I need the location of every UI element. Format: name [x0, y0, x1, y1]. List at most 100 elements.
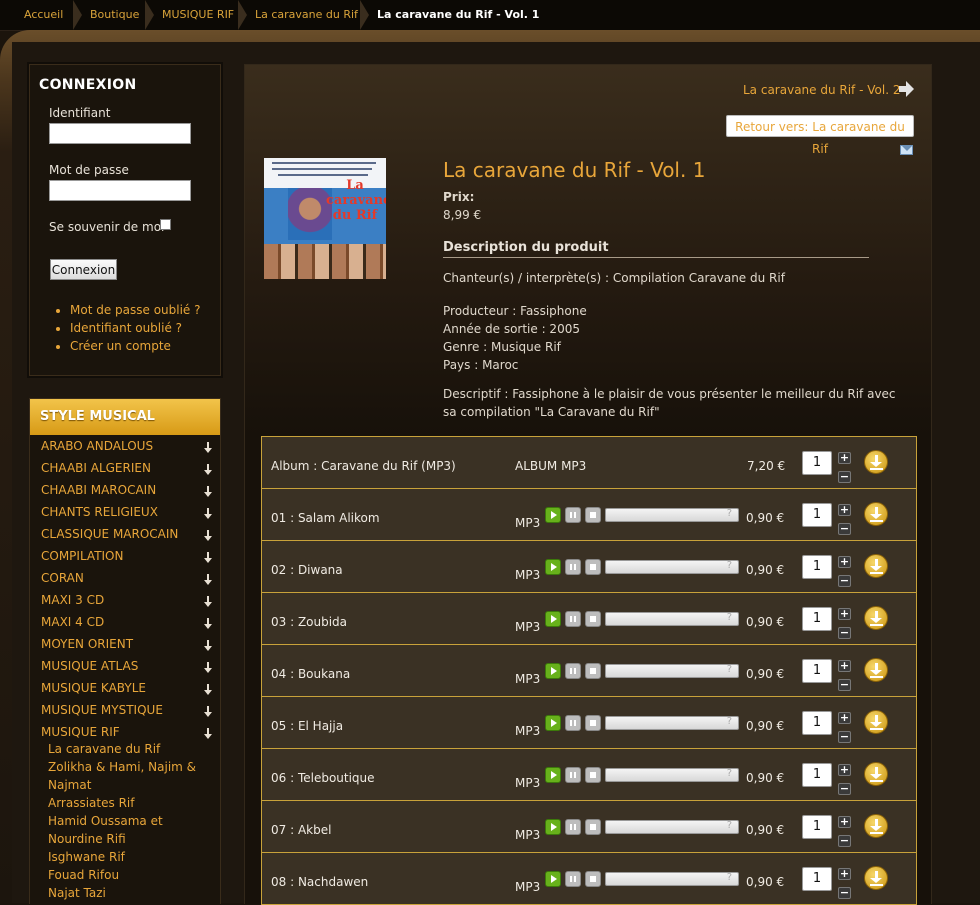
- stop-icon[interactable]: [585, 663, 601, 679]
- audio-progress-bar[interactable]: [605, 560, 739, 574]
- quantity-plus-button[interactable]: +: [838, 868, 851, 880]
- category-item[interactable]: MUSIQUE KABYLE: [41, 680, 212, 702]
- quantity-input[interactable]: 1: [802, 555, 832, 579]
- quantity-input[interactable]: 1: [802, 503, 832, 527]
- forgot-password-link[interactable]: Mot de passe oublié ?: [70, 303, 201, 317]
- download-cart-icon[interactable]: [864, 814, 888, 838]
- download-cart-icon[interactable]: [864, 866, 888, 890]
- category-item[interactable]: MUSIQUE ATLAS: [41, 658, 212, 680]
- arrow-right-icon[interactable]: [899, 81, 915, 97]
- category-item[interactable]: MAXI 3 CD: [41, 592, 212, 614]
- remember-checkbox[interactable]: [160, 219, 171, 230]
- category-item[interactable]: ARABO ANDALOUS: [41, 438, 212, 460]
- subcategory-item[interactable]: Fouad Rifou: [48, 866, 208, 884]
- subcategory-item[interactable]: Zolikha & Hami, Najim & Najmat: [48, 758, 198, 794]
- subcategory-item[interactable]: Isghwane Rif: [48, 848, 208, 866]
- category-item[interactable]: MAXI 4 CD: [41, 614, 212, 636]
- download-cart-icon[interactable]: [864, 450, 888, 474]
- breadcrumb-shop[interactable]: Boutique: [90, 8, 139, 21]
- quantity-minus-button[interactable]: −: [838, 783, 851, 795]
- play-icon[interactable]: [545, 871, 561, 887]
- pause-icon[interactable]: [565, 871, 581, 887]
- quantity-plus-button[interactable]: +: [838, 712, 851, 724]
- quantity-input[interactable]: 1: [802, 711, 832, 735]
- subcategory-item[interactable]: Hamid Oussama et Nourdine Rifi: [48, 812, 188, 848]
- subcategory-item[interactable]: Najat Tazi: [48, 884, 208, 902]
- quantity-input[interactable]: 1: [802, 607, 832, 631]
- pause-icon[interactable]: [565, 507, 581, 523]
- quantity-input[interactable]: 1: [802, 815, 832, 839]
- quantity-plus-button[interactable]: +: [838, 556, 851, 568]
- quantity-plus-button[interactable]: +: [838, 608, 851, 620]
- play-icon[interactable]: [545, 559, 561, 575]
- forgot-username-link[interactable]: Identifiant oublié ?: [70, 321, 182, 335]
- breadcrumb-home[interactable]: Accueil: [24, 8, 63, 21]
- play-icon[interactable]: [545, 819, 561, 835]
- email-icon[interactable]: [900, 145, 913, 155]
- subcategory-item[interactable]: La caravane du Rif: [48, 740, 208, 758]
- category-item[interactable]: CHANTS RELIGIEUX: [41, 504, 212, 526]
- quantity-minus-button[interactable]: −: [838, 887, 851, 899]
- audio-progress-bar[interactable]: [605, 872, 739, 886]
- quantity-input[interactable]: 1: [802, 867, 832, 891]
- play-icon[interactable]: [545, 767, 561, 783]
- quantity-minus-button[interactable]: −: [838, 679, 851, 691]
- play-icon[interactable]: [545, 663, 561, 679]
- quantity-plus-button[interactable]: +: [838, 660, 851, 672]
- breadcrumb-subcategory[interactable]: La caravane du Rif: [255, 8, 358, 21]
- stop-icon[interactable]: [585, 611, 601, 627]
- download-cart-icon[interactable]: [864, 606, 888, 630]
- breadcrumb-category[interactable]: MUSIQUE RIF: [162, 8, 234, 21]
- stop-icon[interactable]: [585, 819, 601, 835]
- username-input[interactable]: [49, 123, 191, 144]
- pause-icon[interactable]: [565, 767, 581, 783]
- play-icon[interactable]: [545, 715, 561, 731]
- category-item[interactable]: CLASSIQUE MAROCAIN: [41, 526, 212, 548]
- quantity-plus-button[interactable]: +: [838, 764, 851, 776]
- quantity-input[interactable]: 1: [802, 763, 832, 787]
- quantity-minus-button[interactable]: −: [838, 523, 851, 535]
- create-account-link[interactable]: Créer un compte: [70, 339, 171, 353]
- category-item[interactable]: CORAN: [41, 570, 212, 592]
- quantity-input[interactable]: 1: [802, 451, 832, 475]
- audio-progress-bar[interactable]: [605, 768, 739, 782]
- quantity-minus-button[interactable]: −: [838, 731, 851, 743]
- play-icon[interactable]: [545, 611, 561, 627]
- pause-icon[interactable]: [565, 611, 581, 627]
- quantity-minus-button[interactable]: −: [838, 575, 851, 587]
- pause-icon[interactable]: [565, 715, 581, 731]
- download-cart-icon[interactable]: [864, 710, 888, 734]
- password-input[interactable]: [49, 180, 191, 201]
- audio-progress-bar[interactable]: [605, 820, 739, 834]
- quantity-input[interactable]: 1: [802, 659, 832, 683]
- back-to-category-button[interactable]: Retour vers: La caravane du Rif: [726, 115, 914, 156]
- pause-icon[interactable]: [565, 559, 581, 575]
- next-product-link[interactable]: La caravane du Rif - Vol. 2: [743, 83, 900, 97]
- category-item[interactable]: CHAABI ALGERIEN: [41, 460, 212, 482]
- quantity-minus-button[interactable]: −: [838, 627, 851, 639]
- audio-progress-bar[interactable]: [605, 612, 739, 626]
- stop-icon[interactable]: [585, 767, 601, 783]
- login-button[interactable]: Connexion: [50, 259, 117, 280]
- category-item[interactable]: COMPILATION: [41, 548, 212, 570]
- audio-progress-bar[interactable]: [605, 716, 739, 730]
- download-cart-icon[interactable]: [864, 554, 888, 578]
- download-cart-icon[interactable]: [864, 762, 888, 786]
- category-item[interactable]: CHAABI MAROCAIN: [41, 482, 212, 504]
- quantity-plus-button[interactable]: +: [838, 504, 851, 516]
- download-cart-icon[interactable]: [864, 658, 888, 682]
- download-cart-icon[interactable]: [864, 502, 888, 526]
- pause-icon[interactable]: [565, 819, 581, 835]
- stop-icon[interactable]: [585, 559, 601, 575]
- pause-icon[interactable]: [565, 663, 581, 679]
- stop-icon[interactable]: [585, 871, 601, 887]
- play-icon[interactable]: [545, 507, 561, 523]
- quantity-minus-button[interactable]: −: [838, 835, 851, 847]
- quantity-plus-button[interactable]: +: [838, 452, 851, 464]
- audio-progress-bar[interactable]: [605, 508, 739, 522]
- stop-icon[interactable]: [585, 507, 601, 523]
- category-item[interactable]: MUSIQUE MYSTIQUE: [41, 702, 212, 724]
- audio-progress-bar[interactable]: [605, 664, 739, 678]
- category-item[interactable]: MOYEN ORIENT: [41, 636, 212, 658]
- quantity-plus-button[interactable]: +: [838, 816, 851, 828]
